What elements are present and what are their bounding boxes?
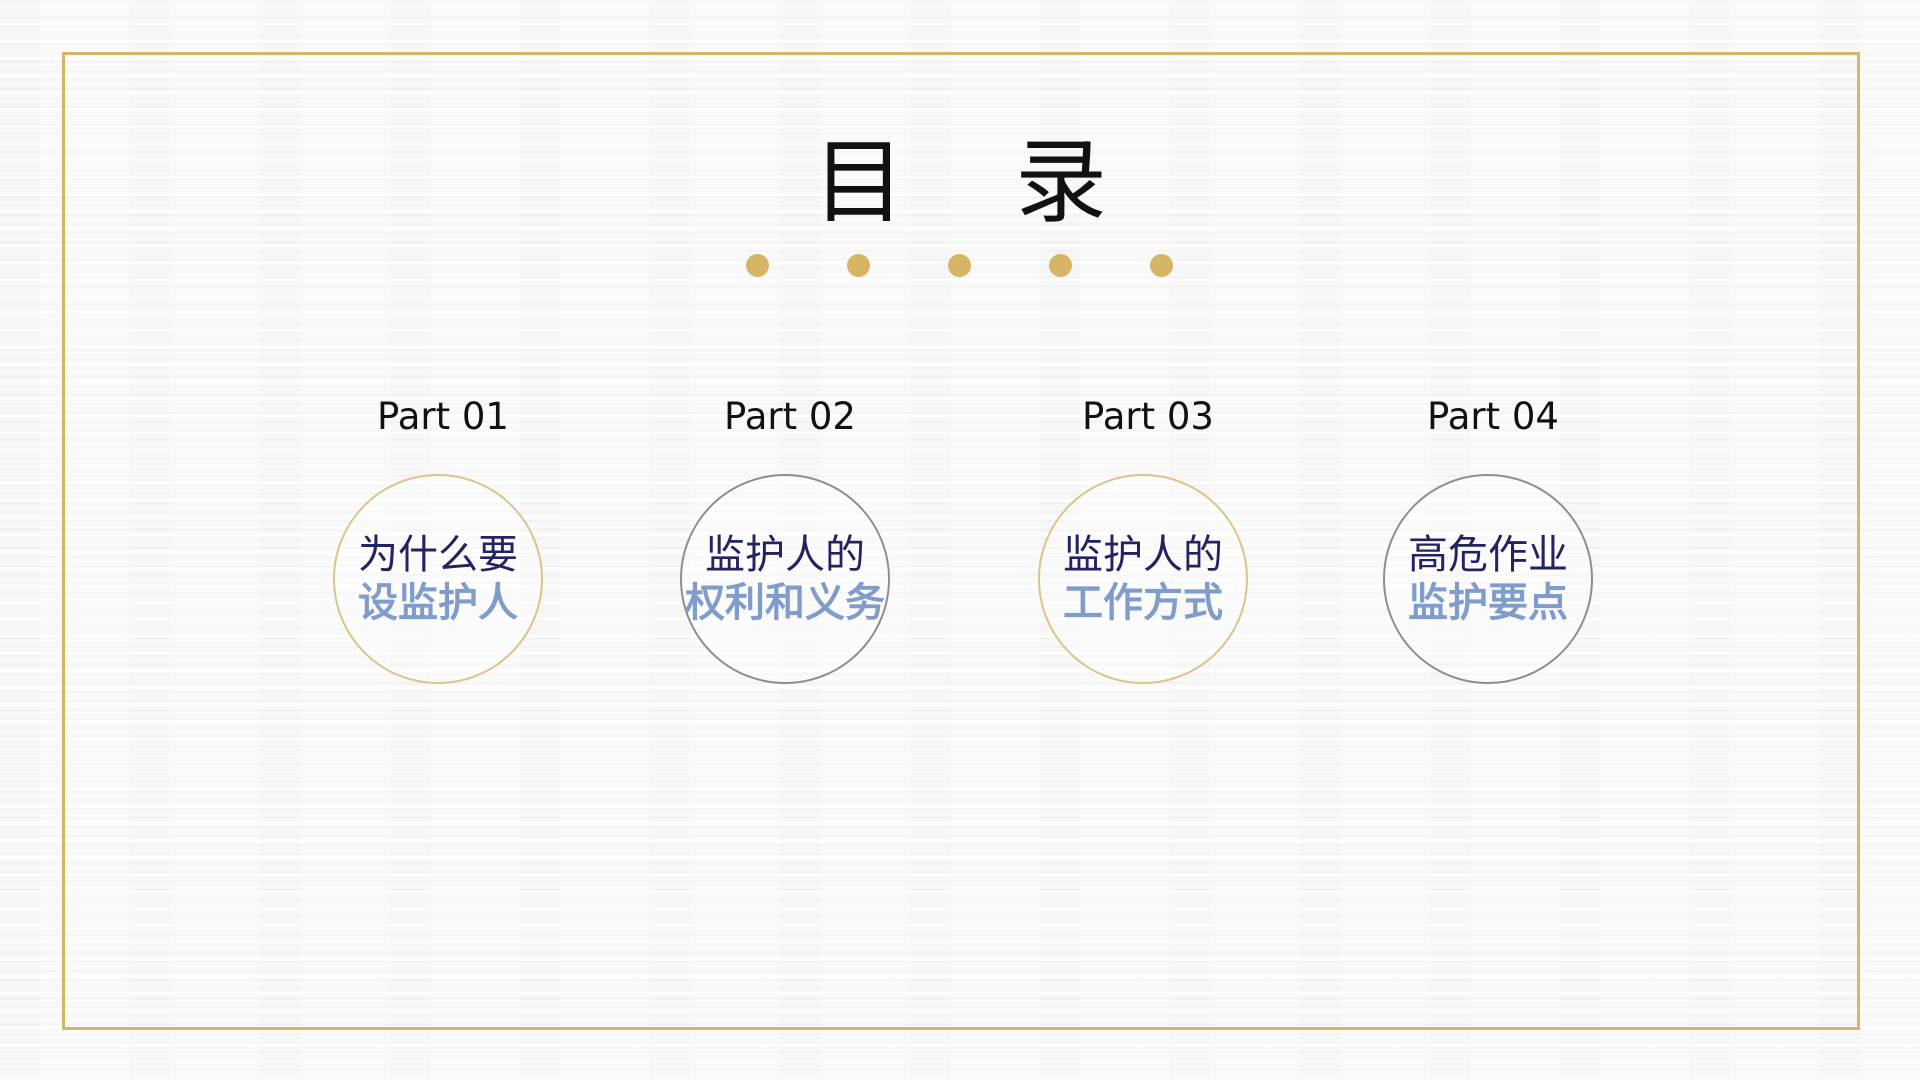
toc-heading-line2: 监护要点	[1408, 580, 1568, 626]
divider-dot	[948, 254, 971, 277]
part-label: Part 03	[1082, 395, 1214, 438]
toc-heading-line1: 监护人的	[1063, 532, 1223, 578]
toc-item-part-03[interactable]: Part 03 监护人的 工作方式	[1038, 392, 1258, 684]
page-title: 目录	[0, 128, 1920, 238]
toc-heading-line1: 监护人的	[705, 532, 865, 578]
part-label: Part 01	[377, 395, 509, 438]
part-label: Part 02	[724, 395, 856, 438]
toc-heading-line2: 工作方式	[1063, 580, 1223, 626]
toc-heading-line2: 权利和义务	[685, 580, 885, 626]
toc-circle: 监护人的 工作方式	[1038, 474, 1248, 684]
divider-dot	[847, 254, 870, 277]
toc-item-part-02[interactable]: Part 02 监护人的 权利和义务	[680, 392, 900, 684]
divider-dot	[1049, 254, 1072, 277]
part-label: Part 04	[1427, 395, 1559, 438]
toc-circle: 高危作业 监护要点	[1383, 474, 1593, 684]
toc-item-part-04[interactable]: Part 04 高危作业 监护要点	[1383, 392, 1603, 684]
toc-heading-line1: 为什么要	[358, 532, 518, 578]
divider-dot	[746, 254, 769, 277]
toc-circle: 监护人的 权利和义务	[680, 474, 890, 684]
title-char-1: 目	[812, 129, 1015, 236]
title-dot-divider	[0, 254, 1920, 278]
toc-heading-line2: 设监护人	[358, 580, 518, 626]
toc-heading-line1: 高危作业	[1408, 532, 1568, 578]
toc-circle: 为什么要 设监护人	[333, 474, 543, 684]
toc-item-part-01[interactable]: Part 01 为什么要 设监护人	[333, 392, 553, 684]
divider-dot	[1150, 254, 1173, 277]
title-char-2: 录	[1015, 129, 1218, 236]
